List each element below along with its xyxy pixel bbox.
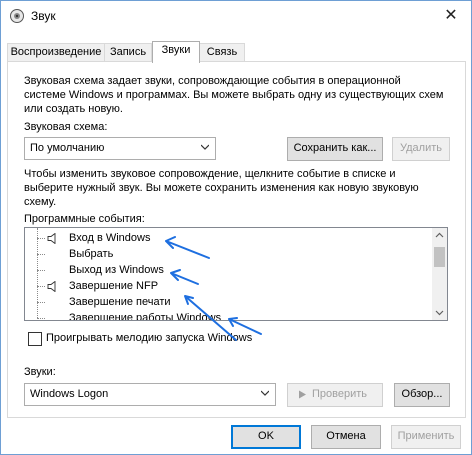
speaker-icon <box>47 281 56 292</box>
browse-button[interactable]: Обзор... <box>394 383 450 407</box>
tab-playback[interactable]: Воспроизведение <box>7 43 105 62</box>
startup-sound-checkbox[interactable] <box>28 332 42 346</box>
close-button[interactable]: ✕ <box>439 5 463 27</box>
list-item-print-complete[interactable]: Завершение печати <box>25 294 430 310</box>
tree-branch <box>37 238 45 239</box>
program-events-list[interactable]: Вход в Windows Выбрать Выход из Windows … <box>24 227 448 321</box>
close-icon: ✕ <box>444 7 458 24</box>
list-item-label: Вход в Windows <box>69 232 151 244</box>
vertical-scrollbar[interactable] <box>432 228 447 320</box>
list-item-logon[interactable]: Вход в Windows <box>25 230 430 246</box>
test-button[interactable]: Проверить <box>287 383 383 407</box>
scheme-select[interactable]: По умолчанию <box>24 137 216 160</box>
speaker-title-icon <box>10 9 24 23</box>
title-bar: Звук ✕ <box>1 1 471 31</box>
list-item-label: Завершение NFP <box>69 280 159 292</box>
list-item-label: Выбрать <box>69 248 114 260</box>
list-item-logoff[interactable]: Выход из Windows <box>25 262 430 278</box>
tree-branch <box>37 254 45 255</box>
scroll-up-icon[interactable] <box>432 228 447 243</box>
tree-branch <box>37 318 45 319</box>
tree-branch <box>37 286 45 287</box>
play-icon <box>299 390 306 399</box>
tab-sounds[interactable]: Звуки <box>152 41 200 63</box>
list-item-label: Завершение печати <box>69 296 171 308</box>
speaker-icon <box>47 233 56 244</box>
chevron-down-icon <box>261 390 269 396</box>
delete-button[interactable]: Удалить <box>392 137 450 161</box>
scheme-selected-value: По умолчанию <box>30 142 105 154</box>
sounds-label: Звуки: <box>24 366 56 378</box>
tree-branch <box>37 270 45 271</box>
scheme-description: Звуковая схема задает звуки, сопровождаю… <box>24 75 444 115</box>
chevron-down-icon <box>201 144 209 150</box>
apply-button[interactable]: Применить <box>391 425 461 449</box>
scheme-label: Звуковая схема: <box>24 121 108 133</box>
list-item-nfp-complete[interactable]: Завершение NFP <box>25 278 430 294</box>
events-label: Программные события: <box>24 213 145 225</box>
tree-branch <box>37 302 45 303</box>
list-item-label: Выход из Windows <box>69 264 164 276</box>
list-item-shutdown[interactable]: Завершение работы Windows <box>25 310 430 321</box>
events-description: Чтобы изменить звуковое сопровождение, щ… <box>24 168 419 208</box>
test-button-label: Проверить <box>312 388 368 400</box>
sound-selected-value: Windows Logon <box>30 388 109 400</box>
sound-dialog: Звук ✕ Воспроизведение Запись Звуки Связ… <box>0 0 472 455</box>
sound-select[interactable]: Windows Logon <box>24 383 276 406</box>
startup-sound-label: Проигрывать мелодию запуска Windows <box>46 332 253 344</box>
scroll-down-icon[interactable] <box>432 305 447 320</box>
save-as-button[interactable]: Сохранить как... <box>287 137 383 161</box>
tab-recording[interactable]: Запись <box>104 43 152 62</box>
list-item-label: Завершение работы Windows <box>69 312 222 321</box>
tab-communications[interactable]: Связь <box>199 43 245 62</box>
scroll-thumb[interactable] <box>434 247 445 267</box>
list-item-select[interactable]: Выбрать <box>25 246 430 262</box>
window-title: Звук <box>31 9 56 23</box>
cancel-button[interactable]: Отмена <box>311 425 381 449</box>
ok-button[interactable]: OK <box>231 425 301 449</box>
